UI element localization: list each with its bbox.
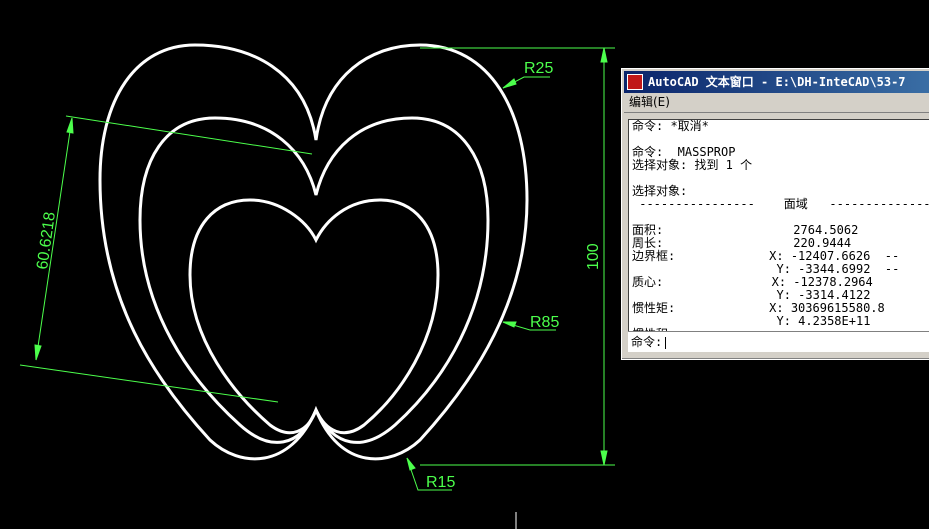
command-input-line[interactable]: 命令: (628, 331, 929, 352)
text-window-titlebar[interactable]: AutoCAD 文本窗口 - E:\DH-InteCAD\53-7 (624, 71, 929, 93)
command-history[interactable]: 命令: *取消* 命令: MASSPROP 选择对象: 找到 1 个 选择对象:… (628, 119, 929, 339)
autocad-app-icon (627, 74, 643, 90)
dim-radius-right-label: R85 (530, 314, 559, 331)
outer-heart-outline (98, 43, 529, 461)
text-window-menubar: 编辑(E) (624, 93, 929, 113)
middle-heart-outline (138, 116, 490, 444)
text-caret (665, 336, 667, 349)
autocad-text-window[interactable]: AutoCAD 文本窗口 - E:\DH-InteCAD\53-7 编辑(E) … (621, 68, 929, 360)
dim-radius-bottom-label: R15 (426, 474, 455, 491)
heart-profiles (98, 43, 529, 461)
history-line: ---------------- 面域 ------------------- (639, 197, 929, 211)
history-line: 命令: *取消* (632, 119, 709, 133)
text-window-title: AutoCAD 文本窗口 - E:\DH-InteCAD\53-7 (648, 75, 906, 89)
dim-height-label: 100 (585, 243, 602, 270)
history-line: 选择对象: 找到 1 个 (632, 158, 753, 172)
dim-aligned-length-label: 60.6218 (34, 211, 59, 271)
dim-radius-top-label: R25 (524, 60, 553, 77)
inner-heart-outline (188, 198, 440, 435)
command-prompt: 命令: (631, 335, 663, 349)
menu-edit[interactable]: 编辑(E) (624, 95, 675, 109)
